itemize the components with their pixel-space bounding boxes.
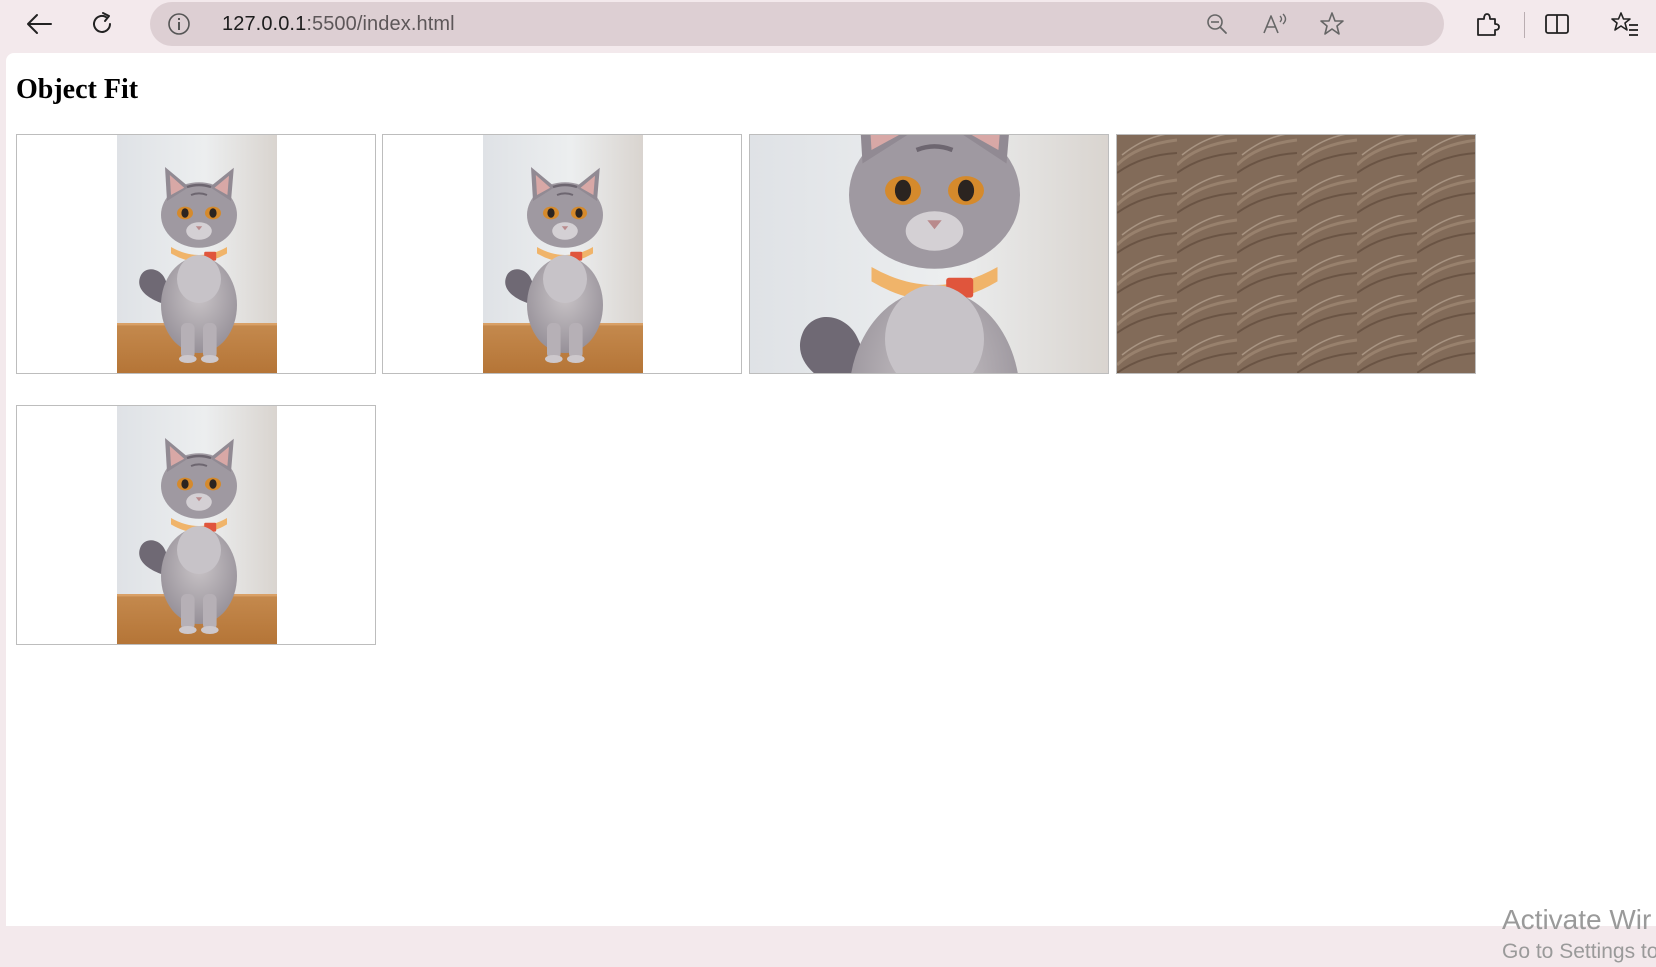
toolbar-separator	[1524, 12, 1525, 38]
read-aloud-icon[interactable]	[1258, 7, 1292, 41]
info-icon[interactable]	[162, 7, 196, 41]
windows-activation-watermark: Activate Wir Go to Settings to	[1502, 903, 1656, 967]
url-text[interactable]: 127.0.0.1:5500/index.html	[222, 2, 455, 46]
image-scale-down	[16, 405, 376, 645]
favorites-list-icon[interactable]	[1608, 7, 1642, 41]
back-arrow-icon[interactable]	[22, 7, 56, 41]
image-fill	[16, 134, 376, 374]
page-title: Object Fit	[16, 74, 139, 105]
puzzle-icon[interactable]	[1470, 7, 1504, 41]
split-screen-icon[interactable]	[1540, 7, 1574, 41]
watermark-line-1: Activate Wir	[1502, 904, 1652, 935]
watermark-line-2: Go to Settings to	[1502, 940, 1656, 963]
image-contain	[382, 134, 742, 374]
url-host: 127.0.0.1	[222, 13, 307, 35]
address-bar[interactable]: 127.0.0.1:5500/index.html	[150, 2, 1444, 46]
zoom-out-icon[interactable]	[1200, 7, 1234, 41]
reload-icon[interactable]	[85, 7, 119, 41]
star-icon[interactable]	[1315, 7, 1349, 41]
image-cover	[749, 134, 1109, 374]
image-none	[1116, 134, 1476, 374]
browser-toolbar: 127.0.0.1:5500/index.html	[0, 0, 1656, 50]
url-path: :5500/index.html	[306, 13, 455, 35]
page-viewport: Object Fit Activate Wir Go to Settings t…	[6, 53, 1656, 963]
